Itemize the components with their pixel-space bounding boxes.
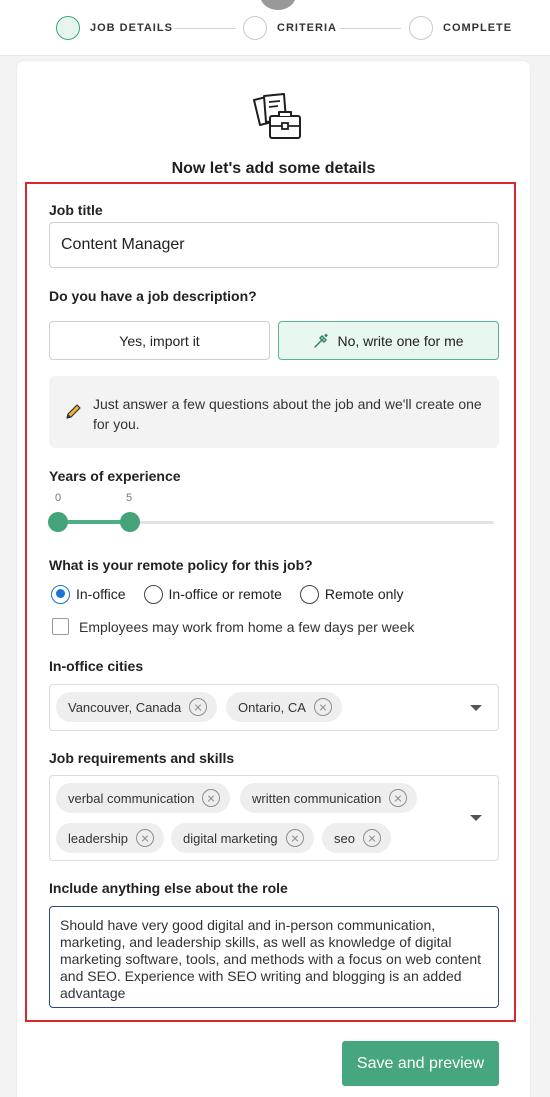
other-info-label: Include anything else about the role <box>49 880 288 896</box>
remove-chip-icon[interactable] <box>285 829 304 847</box>
save-button-label: Save and preview <box>356 1054 485 1072</box>
skill-chip: verbal communication <box>56 783 231 813</box>
radio-label: In-office or remote <box>168 586 282 602</box>
remove-chip-icon[interactable] <box>362 829 381 847</box>
slider-max-value: 5 <box>126 492 133 504</box>
wfh-checkbox-row[interactable]: Employees may work from home a few days … <box>52 618 414 635</box>
skill-chip: written communication <box>240 783 418 813</box>
remote-policy-label: What is your remote policy for this job? <box>49 557 313 573</box>
documents-briefcase-icon <box>253 93 301 139</box>
remove-chip-icon[interactable] <box>313 698 332 716</box>
chevron-down-icon[interactable] <box>470 815 482 821</box>
skill-chip: seo <box>322 823 391 853</box>
experience-label: Years of experience <box>49 468 181 484</box>
wand-icon <box>314 333 329 348</box>
job-description-label: Do you have a job description? <box>49 288 257 304</box>
chip-label: leadership <box>68 830 128 846</box>
radio-unchecked-icon <box>299 584 319 604</box>
skill-chip: leadership <box>56 823 164 853</box>
slider-max-handle[interactable] <box>120 512 140 532</box>
slider-min-value: 0 <box>55 492 62 504</box>
import-description-button[interactable]: Yes, import it <box>49 321 270 360</box>
remove-chip-icon[interactable] <box>389 789 408 807</box>
radio-label: In-office <box>76 586 126 602</box>
remove-chip-icon[interactable] <box>136 829 154 847</box>
step-connector <box>339 28 401 29</box>
step-complete[interactable]: COMPLETE <box>409 16 512 40</box>
wfh-checkbox[interactable] <box>52 618 69 635</box>
chip-label: verbal communication <box>68 790 195 806</box>
skill-chip: digital marketing <box>171 823 314 853</box>
chip-label: digital marketing <box>183 830 278 846</box>
step-indicator-icon <box>243 16 267 40</box>
chip-label: written communication <box>252 790 382 806</box>
step-label: CRITERIA <box>277 22 337 34</box>
pencil-icon <box>66 404 81 419</box>
slider-min-handle[interactable] <box>48 512 68 532</box>
step-label: COMPLETE <box>443 22 513 34</box>
cities-label: In-office cities <box>49 658 144 674</box>
info-text: Just answer a few questions about the jo… <box>93 396 482 432</box>
write-description-button[interactable]: No, write one for me <box>278 321 499 360</box>
radio-checked-icon <box>51 584 70 604</box>
step-connector <box>174 28 236 29</box>
write-button-label: No, write one for me <box>337 332 464 349</box>
remove-chip-icon[interactable] <box>202 789 221 807</box>
radio-unchecked-icon <box>143 584 163 604</box>
skills-label: Job requirements and skills <box>49 750 235 766</box>
stepper-bar: JOB DETAILS CRITERIA COMPLETE <box>0 0 550 56</box>
chip-label: Ontario, CA <box>238 699 306 715</box>
chip-label: Vancouver, Canada <box>68 699 182 715</box>
step-indicator-icon <box>409 16 433 40</box>
step-criteria[interactable]: CRITERIA <box>243 16 337 40</box>
remote-policy-radios: In-office In-office or remote Remote onl… <box>51 584 422 604</box>
decorative-circle <box>260 0 296 10</box>
wfh-checkbox-label: Employees may work from home a few days … <box>79 618 415 635</box>
chevron-down-icon[interactable] <box>470 705 482 711</box>
remove-chip-icon[interactable] <box>189 698 208 716</box>
chip-label: seo <box>334 830 355 846</box>
radio-remote-only[interactable]: Remote only <box>299 584 404 604</box>
job-title-input[interactable]: Content Manager <box>49 222 499 268</box>
radio-in-office-or-remote[interactable]: In-office or remote <box>143 584 282 604</box>
info-box: Just answer a few questions about the jo… <box>49 376 499 448</box>
radio-in-office[interactable]: In-office <box>51 584 126 604</box>
page-title: Now let's add some details <box>171 160 376 177</box>
job-title-label: Job title <box>49 202 103 218</box>
step-indicator-icon <box>56 16 80 40</box>
step-label: JOB DETAILS <box>90 22 173 34</box>
radio-label: Remote only <box>324 586 404 602</box>
step-job-details[interactable]: JOB DETAILS <box>56 16 173 40</box>
other-info-textarea[interactable]: Should have very good digital and in-per… <box>49 906 499 1008</box>
import-button-label: Yes, import it <box>119 332 200 349</box>
city-chip: Ontario, CA <box>226 692 342 722</box>
city-chip: Vancouver, Canada <box>56 692 218 722</box>
save-and-preview-button[interactable]: Save and preview <box>342 1041 499 1086</box>
